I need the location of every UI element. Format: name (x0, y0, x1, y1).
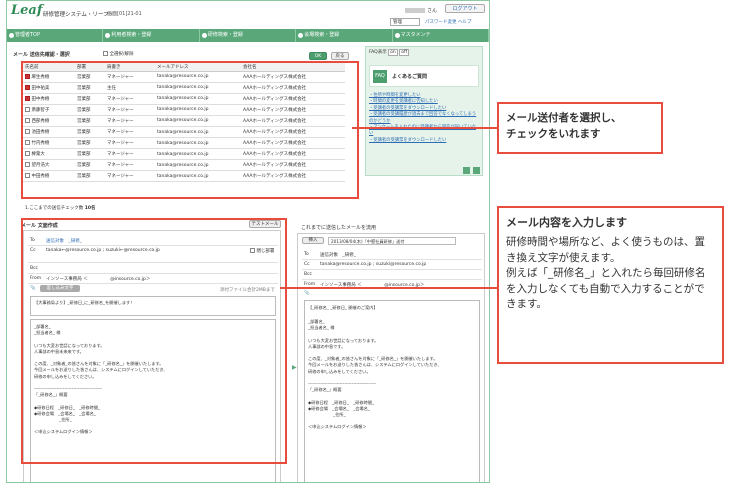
callout-1-line-2: チェックをいれます (506, 128, 601, 140)
compose-highlight (21, 218, 287, 464)
tab-training-search[interactable]: 研修検索・登録 (200, 29, 297, 42)
faq-title: よくあるご質問 (392, 74, 428, 80)
user-name-blurred (405, 8, 425, 13)
sent-cc-value: tanaka@resource.co.jp ; suzuki@resource.… (320, 262, 427, 267)
faq-link[interactable]: ・受講者の受講履歴が過去まで回答でなくなってしまうのかどうか (369, 112, 479, 125)
sent-section-title: これまでに送信したメールを流用 (301, 225, 377, 231)
callout-1-line-1: メール送付者を選択し、 (506, 112, 622, 124)
insert-button[interactable]: 挿入 (302, 237, 324, 244)
sent-cc-label: Cc (304, 262, 310, 267)
tab-master-maintenance[interactable]: マスタメンテ (393, 29, 489, 42)
checked-count-label: 1.ここまでの送信チェック数 (25, 206, 84, 211)
faq-scroll-down-icon[interactable] (473, 167, 480, 174)
app-window: Leaf 研修管理システム・リーフ・ 画面[01]21-01 さん ログアウト … (6, 0, 490, 483)
tab-admin-top[interactable]: 管理者TOP (7, 29, 104, 42)
logo: Leaf (11, 3, 43, 18)
callout-connector-2 (280, 287, 497, 289)
recipient-highlight (21, 61, 359, 199)
select-all-checkbox[interactable] (103, 51, 108, 56)
select-all-label: 全選択/解除 (109, 52, 134, 57)
faq-display-label: FAQ表示 (369, 50, 387, 55)
header: Leaf 研修管理システム・リーフ・ 画面[01]21-01 さん ログアウト … (7, 1, 489, 28)
divider (302, 259, 482, 260)
callout-2-title: メール内容を入力します (506, 216, 627, 229)
sent-mail-select[interactable]: 2013/08/04(木)「中堅社員研修」送付 (328, 237, 456, 245)
password-change-link[interactable]: パスワード変更 (425, 20, 457, 25)
faq-on-button[interactable]: on (388, 49, 398, 56)
screen-id: 画面[01]21-01 (107, 11, 142, 17)
faq-header-box: FAQ よくあるご質問 (369, 65, 479, 87)
user-suffix: さん (427, 8, 438, 14)
back-button[interactable]: 戻る (331, 52, 349, 60)
sent-bcc-label: Bcc (304, 272, 313, 277)
recipients-section-title: メール 送信先確認・選択 (13, 52, 70, 58)
sent-panel: 挿入 2013/08/04(木)「中堅社員研修」送付 To 送信対象 _研修_ … (297, 233, 485, 482)
tab-venue-search[interactable]: 会場検索・登録 (296, 29, 393, 42)
callout-connector-1 (352, 127, 497, 129)
main-nav: 管理者TOP 利用者検索・登録 研修検索・登録 会場検索・登録 マスタメンテ (7, 29, 489, 42)
select-all[interactable]: 全選択/解除 (103, 51, 133, 57)
faq-link[interactable]: ・受講者の受講票をダウンロードしたい (369, 138, 479, 144)
role-select[interactable]: 管理 (390, 18, 420, 26)
callout-2-description: 研修時間や場所など、よく使うものは、置き換え文字が使えます。 例えば「_研修名_… (506, 236, 706, 310)
sent-to-label: To (304, 252, 309, 257)
sent-paperclip-icon: 📎 (304, 291, 310, 296)
callout-select-sender: メール送付者を選択し、 チェックをいれます (497, 102, 663, 154)
tab-user-search[interactable]: 利用者検索・登録 (103, 29, 200, 42)
help-link[interactable]: ヘルプ (458, 20, 472, 25)
sent-body-text: _部署名_ _担当者名_ 様 いつも大変お世話になっております。 人事部の中島で… (308, 319, 442, 430)
checked-count: 1.ここまでの送信チェック数 10名 (25, 205, 96, 211)
faq-toggle: FAQ表示 on off (369, 49, 410, 56)
system-name: 研修管理システム・リーフ・ (43, 12, 115, 18)
faq-off-button[interactable]: off (399, 49, 410, 56)
ok-button[interactable]: OK (309, 52, 327, 60)
faq-panel: FAQ表示 on off FAQ よくあるご質問 ・住所や時間を変更したい ・時間… (365, 46, 483, 176)
faq-label: FAQ (373, 70, 387, 83)
checked-count-value: 10名 (84, 206, 96, 211)
divider (302, 279, 482, 280)
logout-button[interactable]: ログアウト (445, 4, 485, 13)
callout-enter-content: メール内容を入力します 研修時間や場所など、よく使うものは、置き換え文字が使えま… (497, 206, 724, 364)
sent-subject-text: 【_研修名_ _研修日_ 開催のご案内】 (308, 305, 378, 310)
header-links: パスワード変更 ヘルプ (425, 19, 471, 25)
faq-list: ・住所や時間を変更したい ・時間の変更を受講者に告知したい ・受講者の受講票をダウン… (369, 93, 479, 144)
sent-to-value: 送信対象 _研修_ (320, 253, 356, 258)
chevron-right-icon[interactable]: ▶ (292, 364, 297, 371)
user-label: さん (405, 7, 437, 14)
faq-scroll-up-icon[interactable] (463, 167, 470, 174)
divider (302, 269, 482, 270)
sent-body: 【_研修名_ _研修日_ 開催のご案内】 _部署名_ _担当者名_ 様 いつも大… (304, 300, 480, 482)
